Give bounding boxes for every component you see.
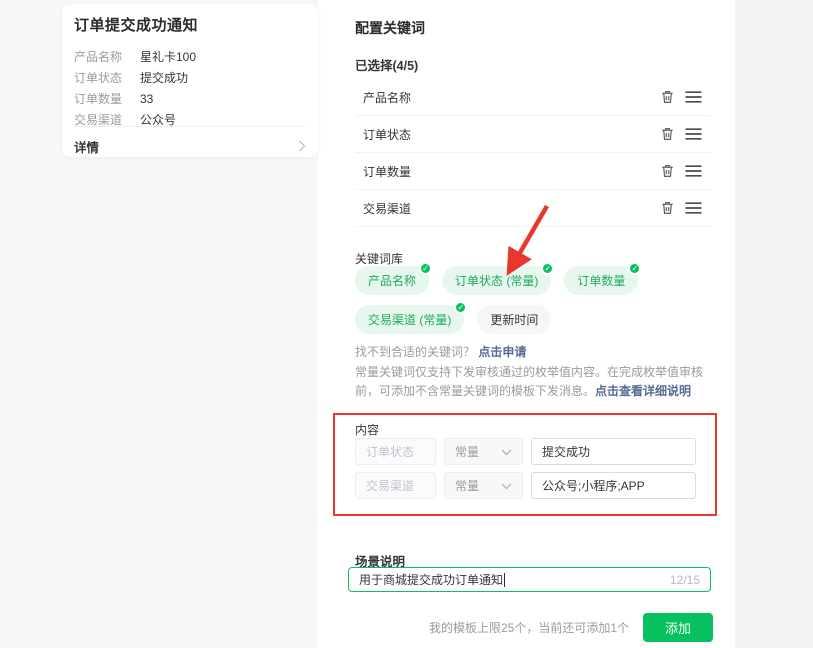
keyword-field-disabled: 订单状态 (355, 438, 436, 465)
chevron-down-icon (501, 479, 512, 493)
selected-keyword-row: 交易渠道 (355, 190, 711, 227)
content-label: 内容 (355, 421, 379, 438)
apply-link[interactable]: 点击申请 (478, 345, 526, 359)
drag-handle-icon (685, 165, 702, 177)
preview-field-label: 订单数量 (74, 90, 140, 107)
template-title: 订单提交成功通知 (74, 14, 304, 35)
help-line: 找不到合适的关键词？ 点击申请 (355, 343, 526, 360)
selected-heading: 已选择(4/5) (355, 55, 418, 74)
divider (74, 126, 306, 127)
scene-input[interactable]: 用于商城提交成功订单通知 12/15 (348, 567, 711, 592)
keyword-tag-label: 更新时间 (490, 313, 538, 327)
chevron-right-icon (298, 140, 306, 152)
preview-field-value: 星礼卡100 (140, 48, 196, 65)
delete-keyword-button[interactable] (657, 161, 677, 181)
keyword-tag[interactable]: 交易渠道 (常量)✓ (355, 305, 464, 334)
drag-keyword-handle[interactable] (683, 198, 703, 218)
content-row: 交易渠道 常量 公众号;小程序;APP (355, 472, 696, 499)
detail-doc-link[interactable]: 点击查看详细说明 (595, 384, 691, 398)
preview-field-row: 订单数量33 (74, 88, 304, 109)
bottom-action-row: 我的模板上限25个，当前还可添加1个 添加 (355, 612, 713, 642)
type-select[interactable]: 常量 (444, 438, 523, 465)
trash-icon (660, 89, 675, 105)
right-background (735, 0, 813, 648)
keyword-field-disabled: 交易渠道 (355, 472, 436, 499)
selected-keyword-label: 产品名称 (363, 89, 657, 106)
char-counter: 12/15 (670, 573, 700, 587)
quota-text: 我的模板上限25个，当前还可添加1个 (429, 619, 629, 636)
preview-field-value: 提交成功 (140, 69, 188, 86)
keyword-tag-label: 订单状态 (常量) (455, 274, 538, 288)
check-badge-icon: ✓ (419, 262, 432, 275)
detail-row[interactable]: 详情 (74, 135, 306, 157)
preview-field-row: 订单状态提交成功 (74, 67, 304, 88)
type-select[interactable]: 常量 (444, 472, 523, 499)
selected-keyword-label: 订单数量 (363, 163, 657, 180)
trash-icon (660, 126, 675, 142)
keyword-tag-label: 订单数量 (577, 274, 625, 288)
panel-heading: 配置关键词 (355, 18, 425, 38)
help-question: 找不到合适的关键词？ (355, 345, 475, 359)
preview-field-label: 产品名称 (74, 48, 140, 65)
add-button[interactable]: 添加 (643, 613, 713, 642)
selected-keyword-label: 交易渠道 (363, 200, 657, 217)
check-badge-icon: ✓ (541, 262, 554, 275)
value-input[interactable]: 公众号;小程序;APP (531, 472, 696, 499)
keyword-tag[interactable]: 产品名称✓ (355, 266, 429, 295)
template-preview-card: 订单提交成功通知 产品名称星礼卡100订单状态提交成功订单数量33交易渠道公众号… (62, 4, 318, 157)
preview-field-label: 订单状态 (74, 69, 140, 86)
preview-field-value: 33 (140, 92, 153, 106)
drag-handle-icon (685, 128, 702, 140)
delete-keyword-button[interactable] (657, 87, 677, 107)
trash-icon (660, 163, 675, 179)
keyword-tag[interactable]: 更新时间 (477, 305, 551, 334)
keyword-tag-label: 产品名称 (368, 274, 416, 288)
type-select-value: 常量 (455, 477, 479, 494)
drag-handle-icon (685, 202, 702, 214)
template-fields: 产品名称星礼卡100订单状态提交成功订单数量33交易渠道公众号 (74, 46, 304, 130)
selected-keyword-row: 产品名称 (355, 79, 711, 116)
selected-keyword-row: 订单状态 (355, 116, 711, 153)
drag-keyword-handle[interactable] (683, 87, 703, 107)
value-input[interactable]: 提交成功 (531, 438, 696, 465)
selected-keyword-row: 订单数量 (355, 153, 711, 190)
selected-keyword-label: 订单状态 (363, 126, 657, 143)
trash-icon (660, 200, 675, 216)
preview-field-row: 产品名称星礼卡100 (74, 46, 304, 67)
keyword-tag[interactable]: 订单状态 (常量)✓ (442, 266, 551, 295)
library-label: 关键词库 (355, 250, 403, 267)
drag-handle-icon (685, 91, 702, 103)
content-row: 订单状态 常量 提交成功 (355, 438, 696, 465)
drag-keyword-handle[interactable] (683, 124, 703, 144)
content-form: 订单状态常量提交成功交易渠道常量公众号;小程序;APP (355, 438, 696, 506)
constant-note: 常量关键词仅支持下发审核通过的枚举值内容。在完成枚举值审核前，可添加不含常量关键… (355, 363, 713, 401)
keyword-tag-label: 交易渠道 (常量) (368, 313, 451, 327)
type-select-value: 常量 (455, 443, 479, 460)
keyword-library-tags: 产品名称✓订单状态 (常量)✓订单数量✓交易渠道 (常量)✓更新时间 (355, 266, 725, 344)
check-badge-icon: ✓ (454, 301, 467, 314)
detail-label: 详情 (74, 137, 99, 156)
chevron-down-icon (501, 445, 512, 459)
delete-keyword-button[interactable] (657, 124, 677, 144)
drag-keyword-handle[interactable] (683, 161, 703, 181)
scene-input-value: 用于商城提交成功订单通知 (359, 571, 670, 588)
selected-keyword-list: 产品名称订单状态订单数量交易渠道 (355, 79, 711, 227)
check-badge-icon: ✓ (628, 262, 641, 275)
text-cursor (504, 573, 505, 587)
page: 订单提交成功通知 产品名称星礼卡100订单状态提交成功订单数量33交易渠道公众号… (0, 0, 813, 648)
delete-keyword-button[interactable] (657, 198, 677, 218)
keyword-tag[interactable]: 订单数量✓ (564, 266, 638, 295)
